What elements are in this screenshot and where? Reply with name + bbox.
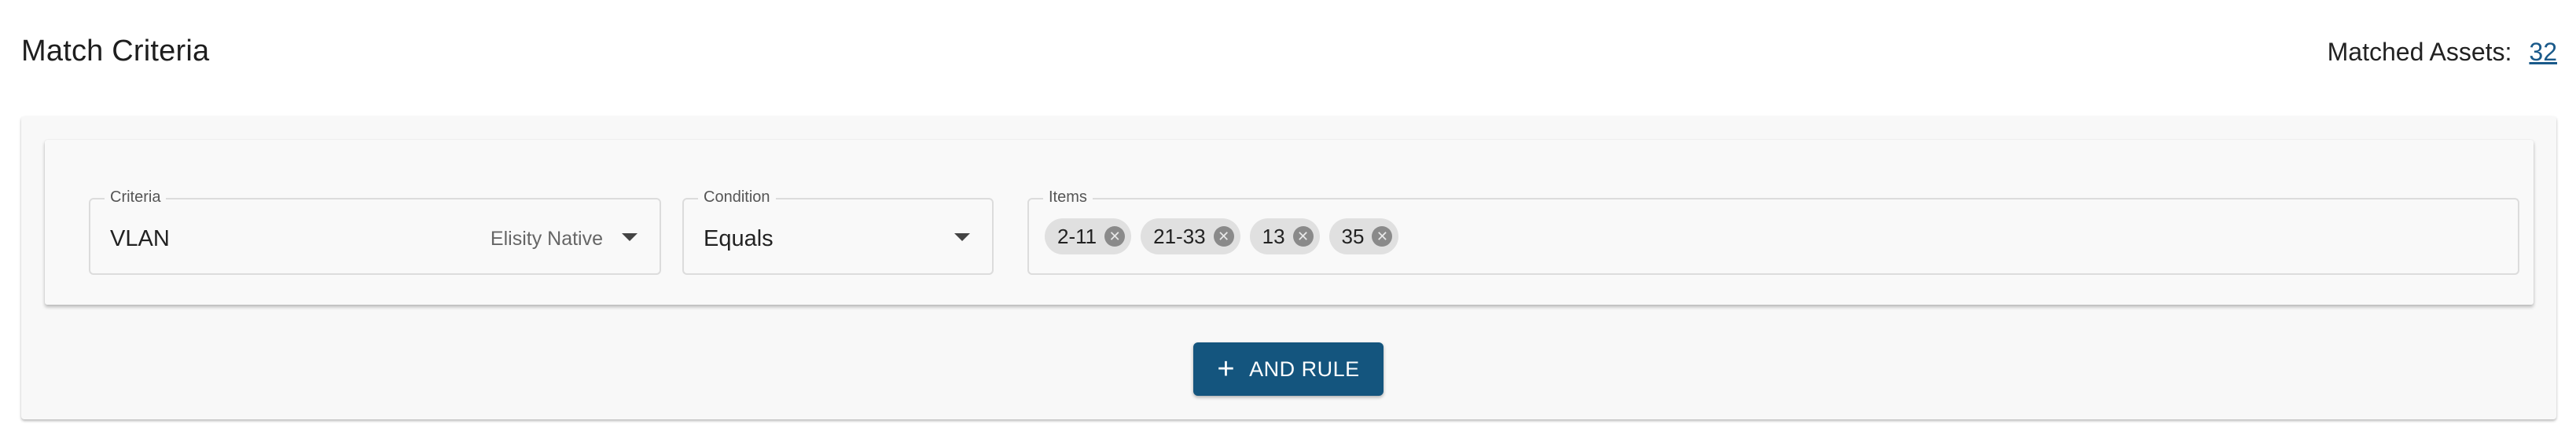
criteria-legend: Criteria — [105, 188, 167, 207]
criteria-source: Elisity Native — [490, 228, 603, 250]
matched-assets: Matched Assets: 32 — [2328, 38, 2557, 67]
condition-legend: Condition — [698, 188, 776, 207]
criteria-value: VLAN — [110, 226, 170, 251]
match-criteria-panel: Criteria VLAN Elisity Native Condition E… — [21, 116, 2556, 419]
cancel-circle-icon[interactable]: ✕ — [1104, 226, 1126, 247]
cancel-circle-icon[interactable]: ✕ — [1292, 226, 1314, 247]
matched-assets-count-link[interactable]: 32 — [2529, 38, 2557, 67]
condition-value: Equals — [704, 226, 774, 251]
item-chip-label: 35 — [1341, 224, 1365, 248]
plus-icon: + — [1217, 353, 1236, 386]
item-chip-label: 13 — [1262, 224, 1285, 248]
item-chip-label: 21-33 — [1153, 224, 1206, 248]
items-legend: Items — [1043, 188, 1093, 207]
items-chip-list: 2-11 ✕ 21-33 ✕ 13 ✕ 35 ✕ — [1045, 218, 1399, 254]
and-rule-button[interactable]: + AND RULE — [1193, 342, 1384, 396]
and-rule-label: AND RULE — [1249, 357, 1360, 381]
item-chip: 13 ✕ — [1249, 218, 1320, 254]
caret-down-icon[interactable] — [622, 233, 638, 241]
criteria-select[interactable]: Criteria VLAN Elisity Native — [89, 188, 661, 275]
caret-down-icon[interactable] — [954, 233, 970, 241]
cancel-circle-icon[interactable]: ✕ — [1213, 226, 1234, 247]
condition-select[interactable]: Condition Equals — [682, 188, 994, 275]
items-input[interactable]: Items 2-11 ✕ 21-33 ✕ 13 ✕ 35 ✕ — [1027, 188, 2519, 275]
item-chip: 21-33 ✕ — [1141, 218, 1240, 254]
item-chip: 2-11 ✕ — [1045, 218, 1132, 254]
item-chip-label: 2-11 — [1057, 224, 1097, 248]
rule-card: Criteria VLAN Elisity Native Condition E… — [45, 140, 2534, 305]
matched-assets-label: Matched Assets: — [2327, 38, 2512, 66]
cancel-circle-icon[interactable]: ✕ — [1372, 226, 1393, 247]
item-chip: 35 ✕ — [1328, 218, 1399, 254]
page-title: Match Criteria — [21, 35, 210, 68]
